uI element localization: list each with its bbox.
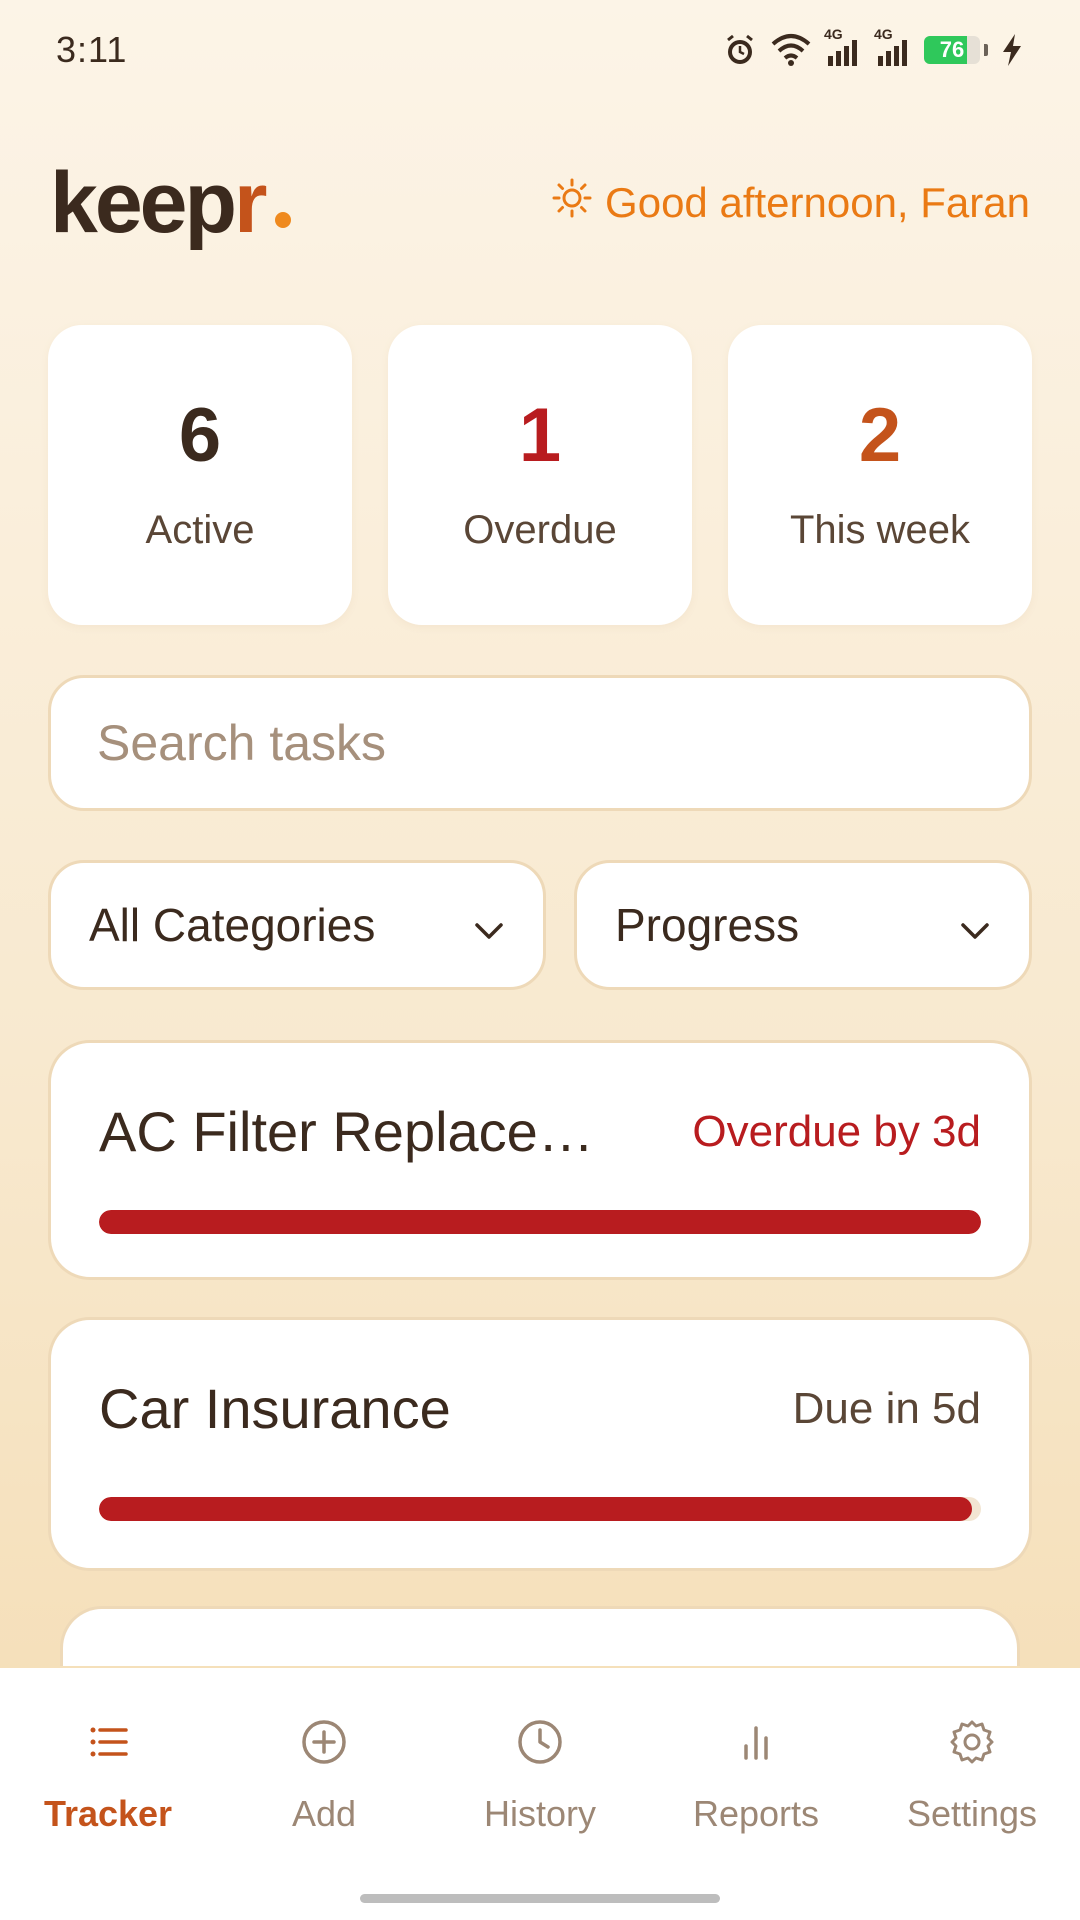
stats-row: 6 Active 1 Overdue 2 This week [48,325,1032,625]
stat-value: 6 [178,392,222,478]
task-progress-fill [99,1210,981,1234]
alarm-icon [722,32,758,68]
nav-item-settings[interactable]: Settings [864,1718,1080,1920]
logo-dot [274,212,291,228]
nav-item-tracker[interactable]: Tracker [0,1718,216,1920]
clock-icon [516,1718,564,1771]
nav-label: Tracker [43,1793,173,1834]
nav-label: Reports [692,1793,820,1834]
chevron-down-icon [959,898,991,952]
logo-main: keep [50,155,237,251]
chevron-down-icon [473,898,505,952]
category-select[interactable]: All Categories [48,860,546,990]
status-time: 3:11 [56,29,128,70]
battery-body: 76 [924,36,980,64]
network-type-label: 4G [874,26,893,42]
search-input[interactable] [48,675,1032,811]
stat-value: 1 [518,392,562,478]
stat-card-overdue[interactable]: 1 Overdue [388,325,692,625]
task-progress-fill [99,1497,973,1521]
stat-card-this-week[interactable]: 2 This week [728,325,1032,625]
stat-value: 2 [858,392,902,478]
task-due-status: Due in 5d [792,1383,981,1433]
greeting: Good afternoon, Faran [551,177,1030,229]
stat-label: Overdue [463,507,617,552]
sort-select-value: Progress [615,899,800,951]
task-card[interactable]: AC Filter Replacement Overdue by 3d [48,1040,1032,1280]
task-progress-track [99,1497,981,1521]
status-bar: 3:11 4G 4G 76 [0,0,1080,100]
battery-percent: 76 [939,37,965,62]
task-header: Car Insurance Due in 5d [99,1376,981,1441]
home-indicator[interactable] [360,1894,720,1903]
charging-icon [1000,32,1024,68]
task-card-partial[interactable] [60,1606,1020,1666]
bottom-nav: Tracker Add History Reports Settings [0,1668,1080,1920]
category-select-value: All Categories [89,899,376,951]
task-card[interactable]: Car Insurance Due in 5d [48,1317,1032,1571]
logo-accent: r [234,155,268,251]
task-due-status: Overdue by 3d [692,1106,981,1156]
nav-label: Add [291,1793,357,1834]
nav-label: Settings [906,1793,1038,1834]
list-icon [84,1718,132,1771]
greeting-text: Good afternoon, Faran [605,179,1030,226]
signal-icon: 4G [874,26,912,68]
sun-icon [551,177,593,229]
bar-chart-icon [732,1718,780,1771]
app-header: keep r Good afternoon, Faran [50,148,1030,258]
stat-card-active[interactable]: 6 Active [48,325,352,625]
nav-item-history[interactable]: History [432,1718,648,1920]
sort-select[interactable]: Progress [574,860,1032,990]
network-type-label: 4G [824,26,843,42]
signal-icon: 4G [824,26,862,68]
battery-icon: 76 [924,36,988,64]
gear-icon [948,1718,996,1771]
task-progress-track [99,1210,981,1234]
status-icons: 4G 4G 76 [722,26,1024,68]
stat-label: Active [145,507,255,552]
filters-row: All Categories Progress [48,860,1032,990]
app-logo: keep r [50,160,291,246]
task-title: AC Filter Replacement [99,1100,619,1163]
stat-label: This week [789,507,971,552]
task-title: Car Insurance [99,1377,451,1440]
task-header: AC Filter Replacement Overdue by 3d [99,1099,981,1164]
nav-item-add[interactable]: Add [216,1718,432,1920]
wifi-icon [770,32,812,68]
battery-nub [984,44,988,56]
plus-circle-icon [300,1718,348,1771]
nav-item-reports[interactable]: Reports [648,1718,864,1920]
nav-label: History [483,1793,596,1834]
